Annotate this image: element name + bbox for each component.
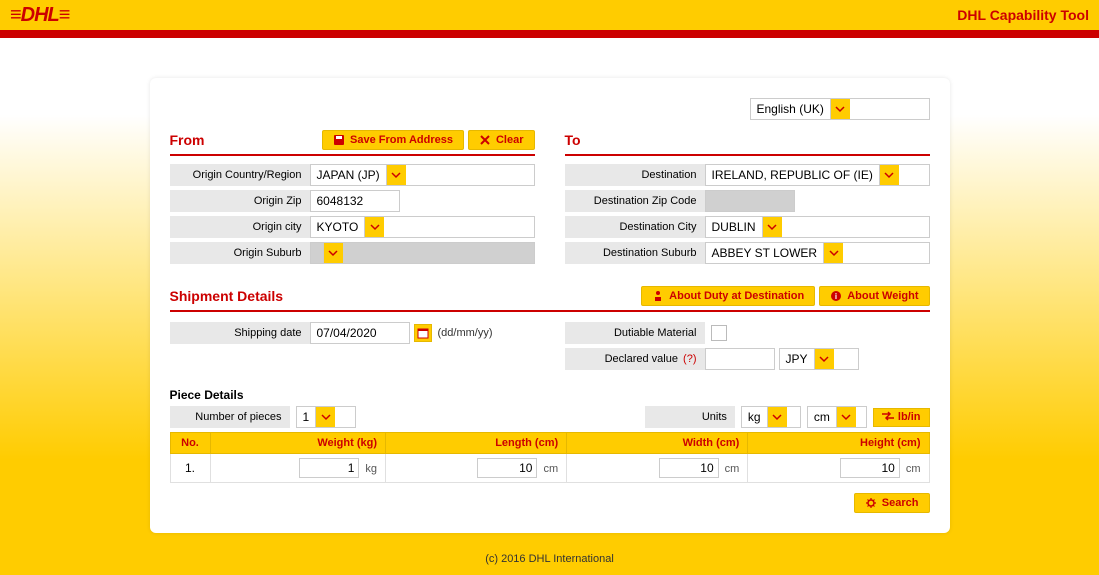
- declared-currency-select[interactable]: JPY: [779, 348, 859, 370]
- svg-text:i: i: [835, 292, 837, 301]
- about-duty-button[interactable]: About Duty at Destination: [641, 286, 815, 306]
- shipping-date-label: Shipping date: [170, 322, 310, 344]
- col-height: Height (cm): [748, 433, 929, 454]
- dim-unit-select[interactable]: cm: [807, 406, 867, 428]
- language-select[interactable]: English (UK): [750, 98, 930, 120]
- origin-zip-label: Origin Zip: [170, 190, 310, 212]
- dest-suburb-select[interactable]: ABBEY ST LOWER: [705, 242, 930, 264]
- chevron-down-icon: [823, 243, 843, 263]
- chevron-down-icon: [830, 99, 850, 119]
- origin-suburb-select[interactable]: [310, 242, 535, 264]
- dest-zip-label: Destination Zip Code: [565, 190, 705, 212]
- to-section: To Destination Country/Region IRELAND, R…: [565, 130, 930, 268]
- chevron-down-icon: [762, 217, 782, 237]
- origin-country-select[interactable]: JAPAN (JP): [310, 164, 535, 186]
- from-title: From: [170, 132, 205, 148]
- col-no: No.: [170, 433, 210, 454]
- row-no: 1.: [170, 454, 210, 483]
- date-hint: (dd/mm/yy): [438, 327, 493, 339]
- swap-icon: [882, 411, 894, 424]
- dutiable-label: Dutiable Material: [565, 322, 705, 344]
- num-pieces-label: Number of pieces: [170, 406, 290, 428]
- chevron-down-icon: [767, 407, 787, 427]
- row-weight-input[interactable]: [299, 458, 359, 478]
- from-section: From Save From Address Clear: [170, 130, 535, 268]
- about-weight-button[interactable]: i About Weight: [819, 286, 929, 306]
- chevron-down-icon: [323, 243, 343, 263]
- dhl-logo: ≡DHL≡: [10, 4, 69, 27]
- to-title: To: [565, 132, 581, 148]
- declared-help-icon[interactable]: (?): [683, 353, 696, 365]
- chevron-down-icon: [315, 407, 335, 427]
- pieces-table: No. Weight (kg) Length (cm) Width (cm) H…: [170, 432, 930, 483]
- close-icon: [479, 134, 491, 146]
- table-row: 1. kg cm cm cm: [170, 454, 929, 483]
- chevron-down-icon: [364, 217, 384, 237]
- declared-label: Declared value (?): [565, 348, 705, 370]
- save-from-address-button[interactable]: Save From Address: [322, 130, 464, 150]
- dutiable-checkbox[interactable]: [711, 325, 727, 341]
- main-panel: English (UK) From Save From Address: [150, 78, 950, 533]
- origin-zip-input[interactable]: [310, 190, 400, 212]
- dest-city-label: Destination City: [565, 216, 705, 238]
- dest-city-select[interactable]: DUBLIN: [705, 216, 930, 238]
- origin-suburb-label: Origin Suburb: [170, 242, 310, 264]
- footer-copyright: (c) 2016 DHL International: [0, 553, 1099, 565]
- clear-button[interactable]: Clear: [468, 130, 535, 150]
- info-icon: i: [830, 290, 842, 302]
- search-button[interactable]: Search: [854, 493, 930, 513]
- tool-title: DHL Capability Tool: [957, 7, 1089, 23]
- calendar-icon[interactable]: [414, 324, 432, 342]
- piece-details-title: Piece Details: [170, 388, 930, 402]
- col-length: Length (cm): [386, 433, 567, 454]
- language-value: English (UK): [751, 99, 830, 119]
- origin-city-label: Origin city: [170, 216, 310, 238]
- origin-city-select[interactable]: KYOTO: [310, 216, 535, 238]
- chevron-down-icon: [836, 407, 856, 427]
- save-icon: [333, 134, 345, 146]
- num-pieces-select[interactable]: 1: [296, 406, 356, 428]
- chevron-down-icon: [386, 165, 406, 185]
- row-width-input[interactable]: [659, 458, 719, 478]
- chevron-down-icon: [814, 349, 834, 369]
- col-width: Width (cm): [567, 433, 748, 454]
- col-weight: Weight (kg): [210, 433, 386, 454]
- unit-toggle-button[interactable]: lb/in: [873, 408, 930, 427]
- customs-icon: [652, 290, 664, 302]
- dest-zip-input[interactable]: [705, 190, 795, 212]
- origin-country-label: Origin Country/Region: [170, 164, 310, 186]
- gear-icon: [865, 497, 877, 509]
- row-length-input[interactable]: [477, 458, 537, 478]
- dest-country-select[interactable]: IRELAND, REPUBLIC OF (IE): [705, 164, 930, 186]
- row-height-input[interactable]: [840, 458, 900, 478]
- red-divider: [0, 30, 1099, 38]
- app-header: ≡DHL≡ DHL Capability Tool: [0, 0, 1099, 30]
- shipment-title: Shipment Details: [170, 288, 284, 304]
- units-label: Units: [645, 406, 735, 428]
- declared-value-input[interactable]: [705, 348, 775, 370]
- dest-suburb-label: Destination Suburb: [565, 242, 705, 264]
- dest-country-label: Destination Country/Region: [565, 164, 705, 186]
- chevron-down-icon: [879, 165, 899, 185]
- shipping-date-input[interactable]: [310, 322, 410, 344]
- weight-unit-select[interactable]: kg: [741, 406, 801, 428]
